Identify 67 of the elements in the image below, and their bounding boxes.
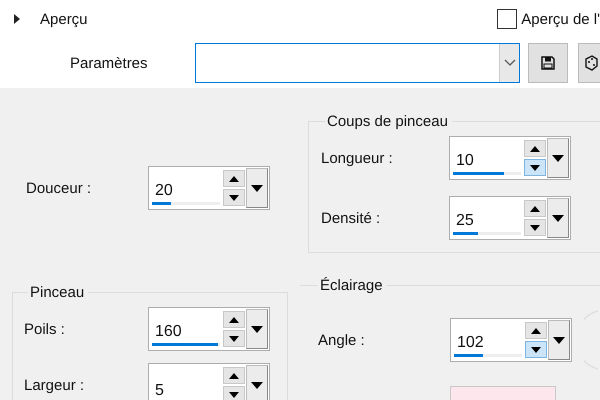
up-triangle-icon <box>531 328 541 334</box>
spin-box[interactable]: 20 <box>148 166 270 210</box>
decrement-button[interactable] <box>223 386 245 400</box>
increment-button[interactable] <box>223 311 245 328</box>
decrement-button[interactable] <box>524 219 546 236</box>
increment-button[interactable] <box>525 322 547 339</box>
number-field[interactable]: 10 <box>453 152 521 172</box>
group-title: Pinceau <box>29 284 86 301</box>
down-triangle-icon <box>553 336 565 344</box>
up-triangle-icon <box>530 206 540 212</box>
chevron-down-icon <box>504 59 516 67</box>
dice-button[interactable] <box>578 43 600 83</box>
dice-icon <box>584 55 598 71</box>
decrement-button[interactable] <box>223 189 245 206</box>
settings-dropdown[interactable] <box>195 43 520 83</box>
up-triangle-icon <box>530 146 540 152</box>
dropdown-button[interactable] <box>547 138 569 178</box>
number-field[interactable]: 25 <box>453 212 521 232</box>
down-triangle-icon <box>229 194 239 200</box>
field-label: Poils : <box>24 320 66 338</box>
settings-label: Paramètres <box>70 54 149 72</box>
field-label: Angle : <box>318 332 366 348</box>
field-label: Largeur : <box>24 376 86 394</box>
number-field[interactable]: 102 <box>454 334 522 354</box>
down-triangle-icon <box>251 184 263 192</box>
field-label: Douceur : <box>26 180 92 196</box>
save-button[interactable] <box>528 43 568 83</box>
down-triangle-icon <box>552 154 564 162</box>
spin-box[interactable]: 25 <box>449 196 571 240</box>
down-triangle-icon <box>251 382 263 388</box>
checkbox-label: Aperçu de l' <box>521 10 600 28</box>
down-triangle-icon <box>229 392 239 398</box>
down-triangle-icon <box>531 346 541 352</box>
spin-box[interactable]: 160 <box>148 307 270 351</box>
dropdown-button[interactable] <box>547 198 569 238</box>
expand-arrow-icon[interactable] <box>12 14 22 24</box>
field-label: Longueur : <box>321 150 394 166</box>
increment-button[interactable] <box>524 140 546 157</box>
group-title: Coups de pinceau <box>326 113 449 130</box>
spin-box[interactable]: 5 <box>148 363 270 400</box>
increment-button[interactable] <box>524 200 546 217</box>
increment-button[interactable] <box>223 170 245 187</box>
decrement-button[interactable] <box>223 330 245 347</box>
spin-box[interactable]: 102 <box>450 318 572 362</box>
section-title: Aperçu <box>40 10 88 28</box>
down-triangle-icon <box>530 224 540 230</box>
up-triangle-icon <box>229 176 239 182</box>
down-triangle-icon <box>530 164 540 170</box>
decrement-button[interactable] <box>524 159 546 176</box>
down-triangle-icon <box>229 336 239 342</box>
decrement-button[interactable] <box>525 341 547 358</box>
number-field[interactable]: 160 <box>152 323 220 343</box>
up-triangle-icon <box>229 372 239 378</box>
dropdown-button[interactable] <box>246 309 268 349</box>
down-triangle-icon <box>552 214 564 222</box>
number-field[interactable]: 20 <box>152 182 220 202</box>
increment-button[interactable] <box>223 367 245 384</box>
dropdown-button[interactable] <box>548 320 570 360</box>
up-triangle-icon <box>229 316 239 322</box>
checkbox[interactable] <box>497 9 518 29</box>
dropdown-button[interactable] <box>246 168 268 208</box>
dropdown-button[interactable] <box>246 365 268 400</box>
group-title: Éclairage <box>319 277 384 294</box>
spin-box[interactable]: 10 <box>449 136 571 180</box>
field-label: Densité : <box>321 210 382 226</box>
number-field[interactable]: 5 <box>152 382 220 400</box>
down-triangle-icon <box>251 326 263 332</box>
